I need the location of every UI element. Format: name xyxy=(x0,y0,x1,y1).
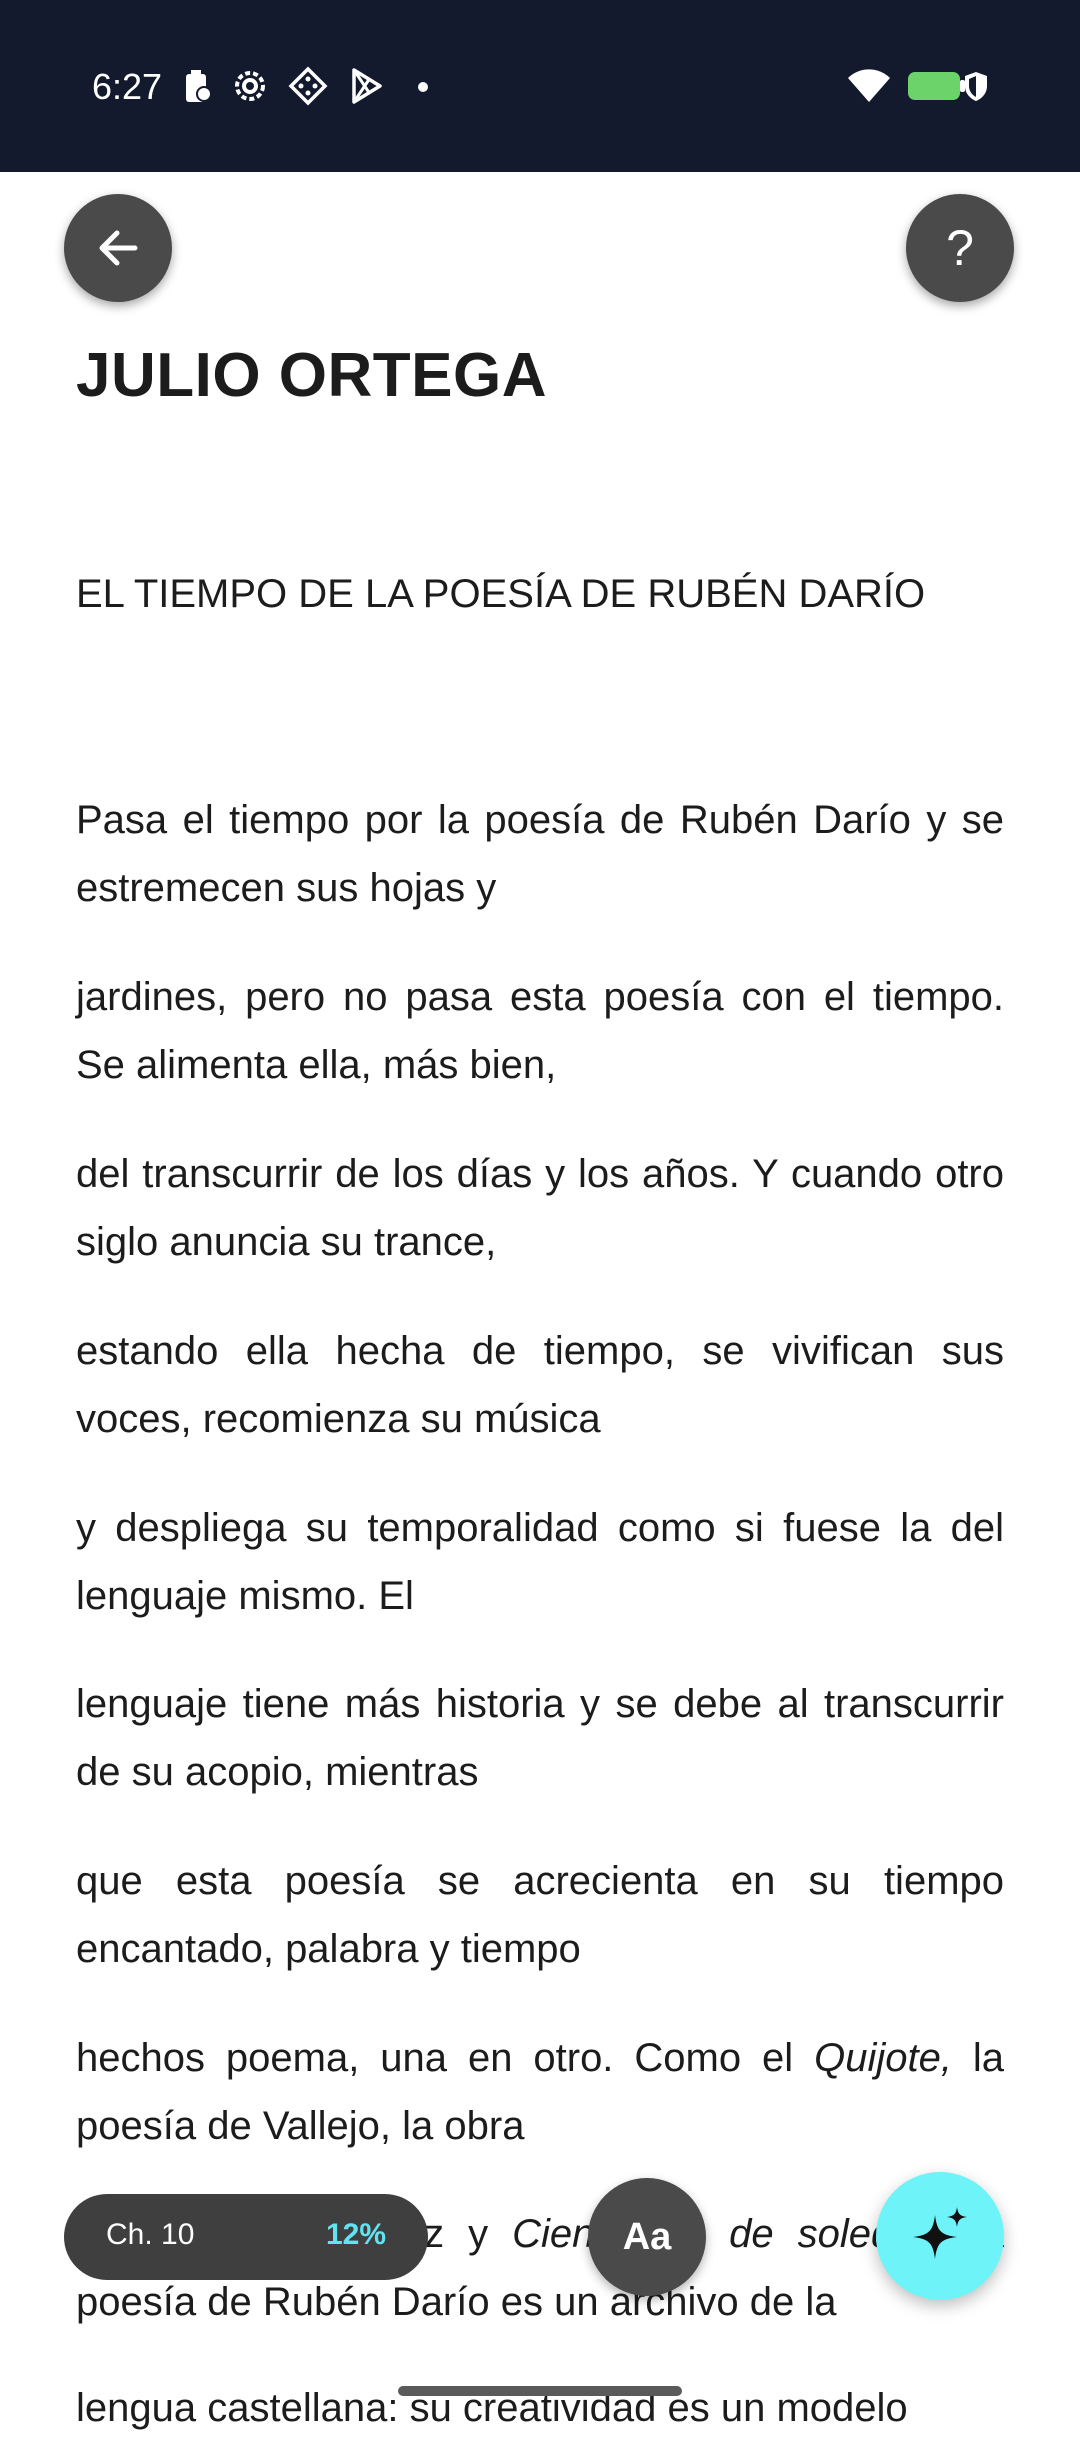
reading-progress-pill[interactable]: Ch. 10 12% xyxy=(64,2194,428,2280)
paragraph: lenguaje tiene más historia y se debe al… xyxy=(76,1682,1004,1794)
battery-icon xyxy=(908,72,965,100)
back-button[interactable] xyxy=(64,194,172,302)
paragraph: estando ella hecha de tiempo, se vivific… xyxy=(76,1329,1004,1441)
play-store-icon xyxy=(352,68,382,104)
help-label: ? xyxy=(946,220,974,276)
battery-saver-icon xyxy=(186,70,212,102)
home-indicator[interactable] xyxy=(398,2386,682,2396)
more-notifications-dot xyxy=(418,82,428,92)
vpn-shield-icon xyxy=(965,72,987,101)
paragraph: que esta poesía se acrecienta en su tiem… xyxy=(76,1859,1004,1971)
chapter-indicator: Ch. 10 xyxy=(106,2218,195,2251)
font-settings-label: Aa xyxy=(622,2215,672,2258)
sparkle-icon xyxy=(913,2207,967,2259)
ai-assistant-button[interactable] xyxy=(876,2172,1004,2300)
book-author: JULIO ORTEGA xyxy=(76,341,548,410)
paragraph-text: hechos poema, una en otro. Como el xyxy=(76,2036,815,2080)
arrow-left-icon xyxy=(99,230,138,266)
status-time: 6:27 xyxy=(92,66,163,107)
paragraph: lengua castellana: su creatividad es un … xyxy=(76,2386,908,2430)
italic-title: Quijote, xyxy=(814,2036,952,2080)
wifi-icon xyxy=(848,69,890,102)
game-icon xyxy=(288,66,328,106)
paragraph: del transcurrir de los días y los años. … xyxy=(76,1152,1004,1264)
status-bar: 6:27 xyxy=(0,0,1080,172)
progress-percent: 12% xyxy=(325,2218,386,2251)
help-button[interactable]: ? xyxy=(906,194,1014,302)
font-settings-button[interactable]: Aa xyxy=(588,2178,706,2296)
paragraph: y despliega su temporalidad como si fues… xyxy=(76,1506,1004,1618)
chapter-title: EL TIEMPO DE LA POESÍA DE RUBÉN DARÍO xyxy=(76,572,926,616)
paragraph: Pasa el tiempo por la poesía de Rubén Da… xyxy=(76,798,1004,910)
settings-icon xyxy=(235,71,265,101)
paragraph: jardines, pero no pasa esta poesía con e… xyxy=(76,975,1004,1087)
paragraph: hechos poema, una en otro. Como el Quijo… xyxy=(76,2024,1004,2160)
